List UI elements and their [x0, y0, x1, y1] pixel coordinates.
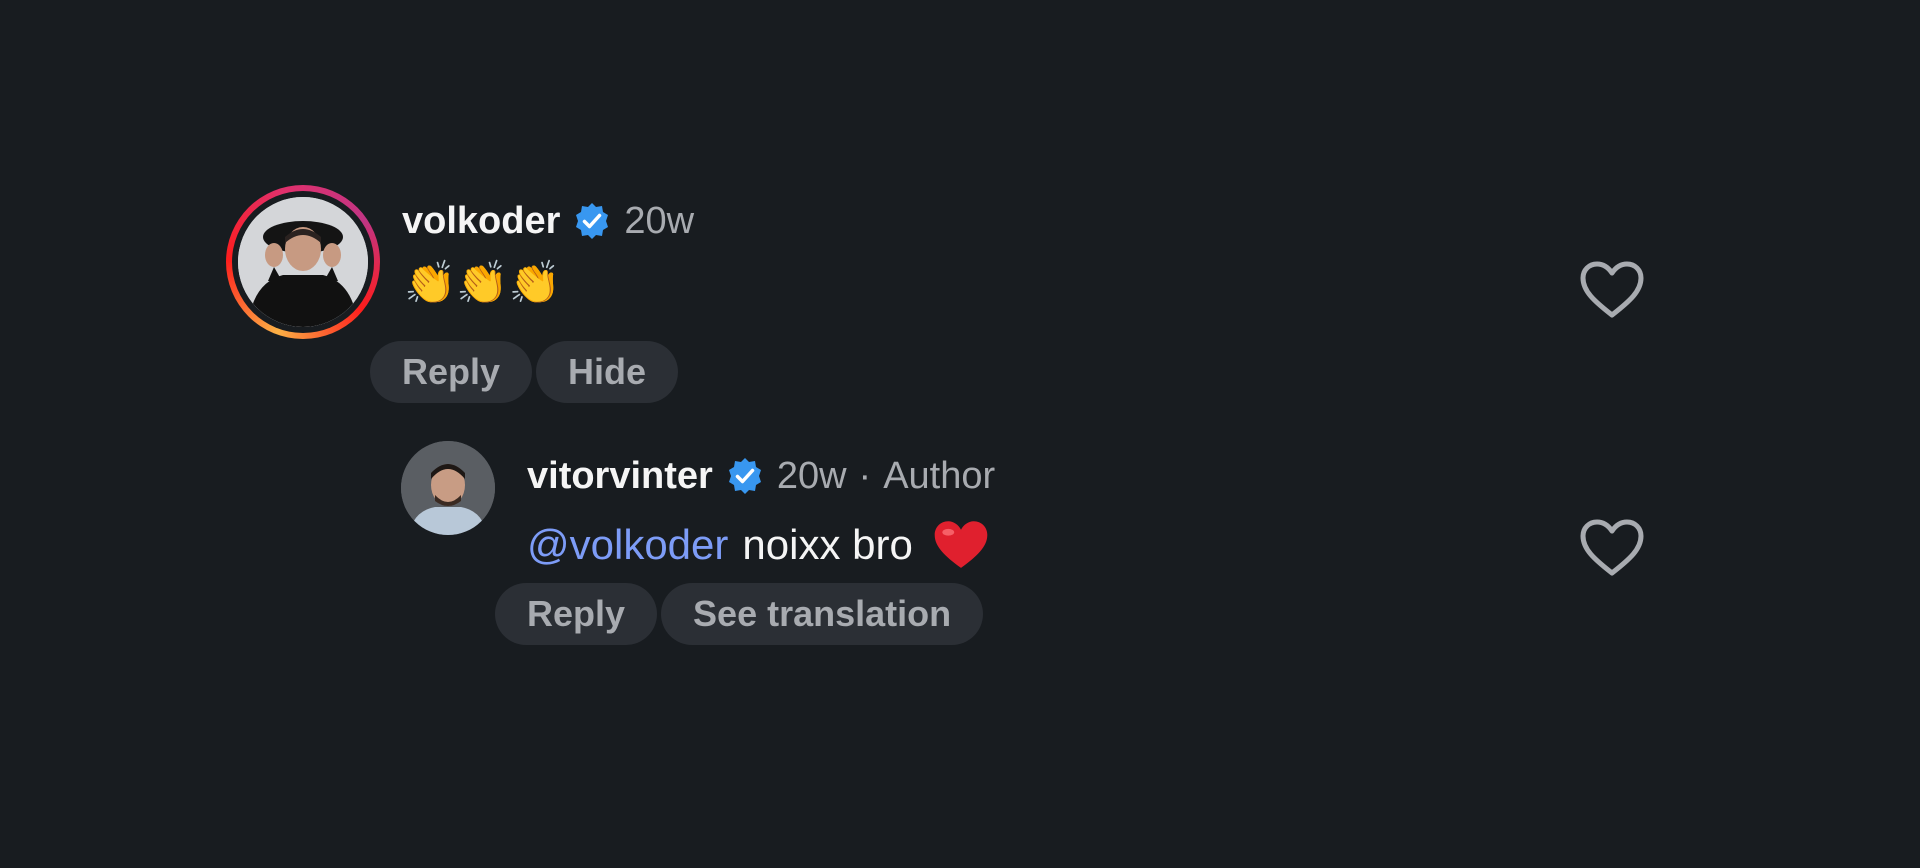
username[interactable]: vitorvinter — [527, 455, 713, 498]
reply-button[interactable]: Reply — [495, 583, 658, 645]
comments-screen: volkoder 20w 👏👏👏 Reply Hide vitorvinter … — [0, 0, 1920, 868]
verified-badge-icon — [572, 201, 612, 241]
comment-actions: Reply Hide — [370, 341, 679, 403]
avatar[interactable] — [401, 441, 495, 535]
verified-badge-icon — [725, 456, 765, 496]
comment-text: noixx bro — [742, 521, 913, 568]
comment-actions: Reply See translation — [495, 583, 984, 645]
avatar — [238, 197, 368, 327]
comment-text: 👏👏👏 — [404, 258, 561, 306]
see-translation-button[interactable]: See translation — [661, 583, 984, 645]
avatar-story-ring[interactable] — [226, 185, 380, 339]
heart-red-icon — [933, 519, 989, 571]
timestamp: 20w — [776, 454, 847, 497]
username[interactable]: volkoder — [402, 200, 560, 243]
mention-link[interactable]: @volkoder — [527, 521, 728, 569]
hide-button[interactable]: Hide — [536, 341, 679, 403]
separator-dot: · — [858, 454, 872, 497]
like-heart-icon[interactable] — [1579, 260, 1645, 320]
avatar-photo-icon — [401, 441, 495, 535]
like-heart-icon[interactable] — [1579, 518, 1645, 578]
timestamp: 20w — [624, 199, 695, 242]
avatar-photo-icon — [238, 197, 368, 327]
reply-button[interactable]: Reply — [370, 341, 533, 403]
author-label: Author — [883, 454, 996, 497]
